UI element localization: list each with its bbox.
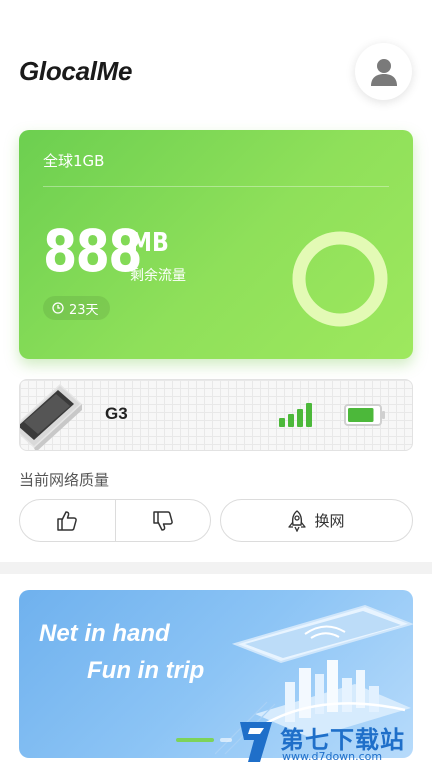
network-quality-label: 当前网络质量 bbox=[19, 471, 110, 489]
plan-name: 全球1GB bbox=[43, 152, 105, 170]
remaining-data-value: 888 bbox=[43, 217, 143, 285]
carousel-dot[interactable] bbox=[220, 738, 232, 742]
data-plan-card[interactable]: 全球1GB 888 MB 剩余流量 23天 bbox=[19, 130, 413, 359]
like-button[interactable] bbox=[20, 500, 115, 541]
usage-ring bbox=[292, 231, 388, 327]
watermark-logo bbox=[240, 722, 272, 762]
signal-bar bbox=[288, 414, 294, 427]
watermark-url: www.d7down.com bbox=[282, 750, 383, 763]
thumbs-up-icon bbox=[57, 510, 78, 531]
signal-strength-icon bbox=[279, 403, 312, 427]
days-left-text: 23天 bbox=[69, 302, 99, 318]
dislike-button[interactable] bbox=[116, 500, 211, 541]
device-card[interactable]: G3 bbox=[19, 379, 413, 451]
profile-button[interactable] bbox=[355, 43, 412, 100]
remaining-data-label: 剩余流量 bbox=[130, 268, 186, 284]
carousel-dot-active[interactable] bbox=[176, 738, 214, 742]
clock-icon bbox=[52, 302, 64, 314]
switch-network-label: 换网 bbox=[314, 512, 345, 530]
days-left-badge: 23天 bbox=[43, 296, 110, 320]
watermark: 第七下载站 www.d7down.com bbox=[236, 716, 432, 768]
network-rating-group bbox=[19, 499, 211, 542]
user-icon bbox=[370, 58, 397, 86]
card-divider bbox=[43, 186, 389, 187]
device-name: G3 bbox=[105, 404, 128, 423]
battery-icon bbox=[344, 404, 385, 426]
signal-bar bbox=[279, 418, 285, 427]
signal-bar bbox=[297, 409, 303, 427]
rocket-icon bbox=[288, 509, 307, 532]
carousel-indicator bbox=[176, 738, 232, 742]
banner-headline-2: Fun in trip bbox=[87, 657, 205, 684]
thumbs-down-icon bbox=[153, 510, 173, 531]
device-image bbox=[20, 384, 82, 450]
section-divider bbox=[0, 562, 432, 574]
switch-network-button[interactable]: 换网 bbox=[220, 499, 413, 542]
app-logo: GlocalMe bbox=[19, 56, 133, 86]
banner-headline-1: Net in hand bbox=[39, 620, 170, 647]
signal-bar bbox=[306, 403, 312, 427]
remaining-data-unit: MB bbox=[130, 228, 169, 258]
